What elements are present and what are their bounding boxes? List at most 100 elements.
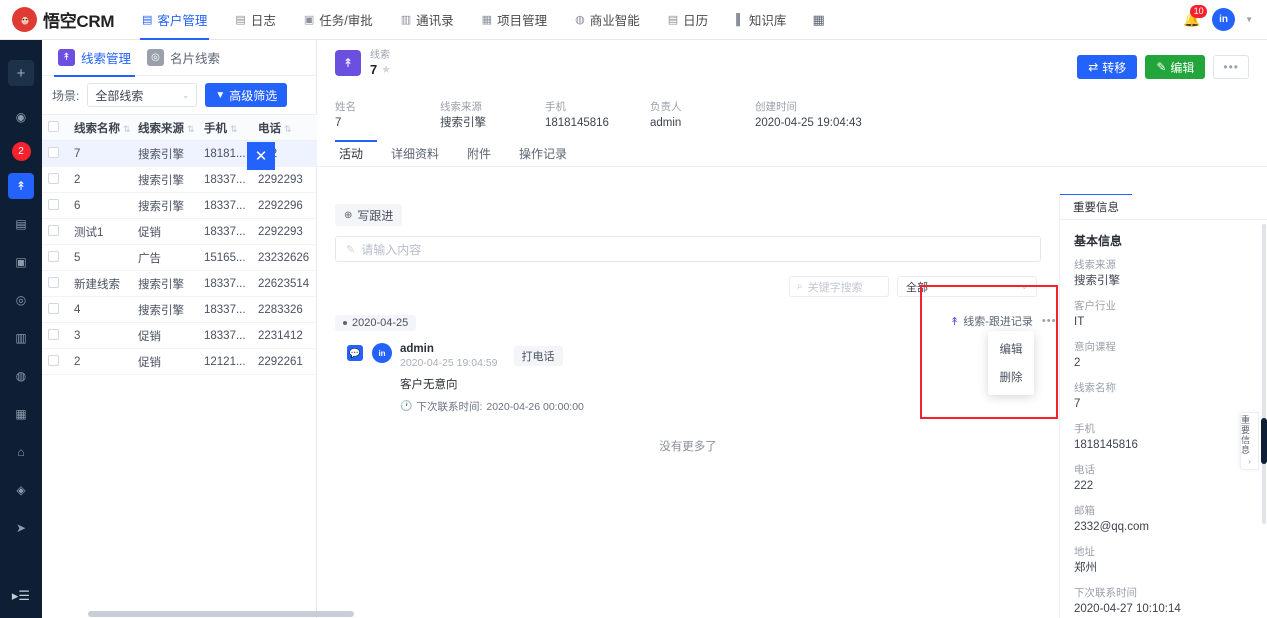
row-checkbox-cell[interactable]	[42, 270, 68, 297]
close-detail-button[interactable]: ✕	[247, 142, 275, 170]
cell-name[interactable]: 5	[68, 244, 132, 271]
tab-card-leads[interactable]: ◎ 名片线索	[139, 40, 228, 76]
brand[interactable]: 悟空CRM	[0, 7, 128, 32]
nav-item-tasks[interactable]: ▣ 任务/审批	[290, 0, 387, 40]
tab-activity[interactable]: 活动	[335, 139, 378, 167]
cell-name[interactable]: 3	[68, 322, 132, 349]
rail-item-product[interactable]: ▦	[8, 401, 34, 427]
row-checkbox-cell[interactable]	[42, 348, 68, 375]
table-row[interactable]: 测试1 促销 18337... 2292293	[42, 218, 317, 245]
checkbox[interactable]	[48, 172, 59, 184]
col-header-mobile[interactable]: 手机 ⇅	[198, 114, 252, 141]
tab-important-info[interactable]: 重要信息	[1060, 194, 1132, 220]
rail-item-contacts[interactable]: ▣	[8, 249, 34, 275]
write-followup-button[interactable]: ⊕ 写跟进	[335, 204, 403, 226]
journal-icon: ▤	[235, 14, 246, 26]
nav-item-knowledge[interactable]: ▌ 知识库	[722, 0, 800, 40]
avatar[interactable]: in	[1212, 8, 1236, 31]
checkbox[interactable]	[48, 250, 59, 262]
nav-item-project[interactable]: ▦ 项目管理	[468, 0, 561, 40]
nav-item-journal[interactable]: ▤ 日志	[221, 0, 289, 40]
row-checkbox-cell[interactable]	[42, 296, 68, 323]
rail-item-send[interactable]: ➤	[8, 515, 34, 541]
checkbox[interactable]	[48, 276, 59, 288]
page-vertical-scrollbar[interactable]	[1261, 418, 1267, 464]
apps-grid-button[interactable]: ▦	[800, 0, 841, 40]
nav-item-phonebook[interactable]: ▥ 通讯录	[387, 0, 468, 40]
rail-item-contract[interactable]: ▥	[8, 325, 34, 351]
cell-name[interactable]: 6	[68, 192, 132, 219]
select-all-header[interactable]	[42, 114, 68, 141]
menu-item-edit[interactable]: 编辑	[988, 335, 1034, 363]
edit-button[interactable]: ✎ 编辑	[1145, 55, 1206, 79]
sort-icon[interactable]: ⇅	[284, 124, 292, 134]
menu-item-delete[interactable]: 删除	[988, 363, 1034, 391]
nav-item-customers[interactable]: ▤ 客户管理	[128, 0, 221, 40]
cell-name[interactable]: 2	[68, 348, 132, 375]
cell-name[interactable]: 4	[68, 296, 132, 323]
checkbox[interactable]	[48, 146, 59, 158]
tab-details[interactable]: 详细资料	[377, 141, 453, 167]
rail-item-receipt[interactable]: ◍	[8, 363, 34, 389]
search-input[interactable]: ⌕ 关键字搜索	[789, 276, 889, 297]
tab-lead-management[interactable]: ↟ 线索管理	[50, 40, 139, 77]
important-info-side-tab[interactable]: 重要信息 ›	[1240, 412, 1259, 470]
row-checkbox-cell[interactable]	[42, 244, 68, 271]
table-row[interactable]: 6 搜索引擎 18337... 2292296	[42, 192, 317, 219]
col-header-tel[interactable]: 电话 ⇅	[252, 114, 317, 141]
record-more-button[interactable]: •••	[1042, 315, 1057, 327]
row-checkbox-cell[interactable]	[42, 166, 68, 193]
cell-tel: 23232626	[252, 244, 317, 271]
collapse-rail-button[interactable]: ▸☰	[0, 588, 42, 604]
table-row[interactable]: 3 促销 18337... 2231412	[42, 322, 317, 349]
row-checkbox-cell[interactable]	[42, 322, 68, 349]
cell-name[interactable]: 测试1	[68, 218, 132, 245]
cell-name[interactable]: 新建线索	[68, 270, 132, 297]
checkbox[interactable]	[48, 302, 59, 314]
star-icon[interactable]: ★	[381, 62, 391, 78]
sort-icon[interactable]: ⇅	[230, 124, 238, 134]
info-scrollbar[interactable]	[1262, 224, 1266, 524]
checkbox[interactable]	[48, 328, 59, 340]
checkbox[interactable]	[48, 224, 59, 236]
row-checkbox-cell[interactable]	[42, 218, 68, 245]
table-row[interactable]: 4 搜索引擎 18337... 2283326	[42, 296, 317, 323]
cell-name[interactable]: 7	[68, 140, 132, 167]
horizontal-scrollbar[interactable]	[88, 611, 354, 617]
nav-item-calendar[interactable]: ▤ 日历	[654, 0, 722, 40]
rail-item-box[interactable]: ◈	[8, 477, 34, 503]
table-row[interactable]: 7 搜索引擎 18181... 222	[42, 140, 317, 167]
activity-type-select[interactable]: 全部 ⌄	[897, 276, 1037, 297]
cell-name[interactable]: 2	[68, 166, 132, 193]
checkbox[interactable]	[48, 120, 59, 132]
add-button[interactable]: +	[8, 60, 34, 86]
notifications-button[interactable]: 🔔 10	[1182, 4, 1208, 30]
rail-item-home[interactable]: ⌂	[8, 439, 34, 465]
checkbox[interactable]	[48, 354, 59, 366]
col-header-name[interactable]: 线索名称 ⇅	[68, 114, 132, 141]
rail-item-badge[interactable]: 2	[11, 142, 31, 161]
row-checkbox-cell[interactable]	[42, 140, 68, 167]
table-row[interactable]: 2 促销 12121... 2292261	[42, 348, 317, 375]
sort-icon[interactable]: ⇅	[187, 124, 195, 134]
table-row[interactable]: 新建线索 搜索引擎 18337... 22623514	[42, 270, 317, 297]
table-row[interactable]: 5 广告 15165... 23232626	[42, 244, 317, 271]
chevron-down-icon[interactable]: ▼	[1245, 15, 1253, 24]
scene-select[interactable]: 全部线索 ⌄	[87, 83, 198, 107]
more-actions-button[interactable]: •••	[1213, 55, 1249, 79]
col-header-source[interactable]: 线索来源 ⇅	[132, 114, 198, 141]
rail-item-customers[interactable]: ▤	[8, 211, 34, 237]
followup-input[interactable]: ✎ 请输入内容	[335, 236, 1041, 262]
advanced-filter-button[interactable]: ▼ 高级筛选	[205, 83, 288, 107]
row-checkbox-cell[interactable]	[42, 192, 68, 219]
checkbox[interactable]	[48, 198, 59, 210]
rail-item-leads[interactable]: ↟	[8, 173, 34, 199]
transfer-button[interactable]: ⇄ 转移	[1077, 55, 1138, 79]
rail-item-dashboard[interactable]: ◉	[8, 104, 34, 130]
tab-attachments[interactable]: 附件	[453, 141, 505, 167]
sort-icon[interactable]: ⇅	[123, 124, 131, 134]
tab-operation-log[interactable]: 操作记录	[505, 141, 581, 167]
nav-item-bi[interactable]: ◍ 商业智能	[561, 0, 654, 40]
rail-item-money[interactable]: ◎	[8, 287, 34, 313]
table-row[interactable]: 2 搜索引擎 18337... 2292293	[42, 166, 317, 193]
